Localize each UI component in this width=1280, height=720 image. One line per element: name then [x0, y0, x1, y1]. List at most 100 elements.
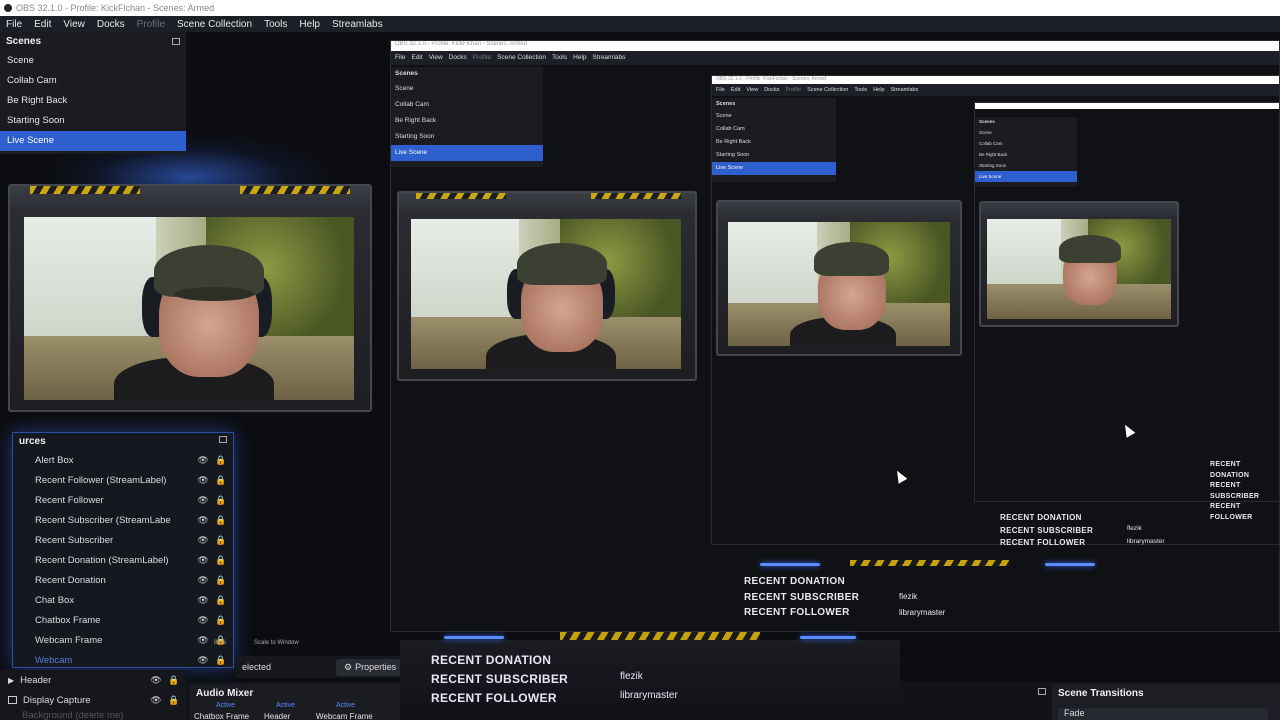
- channel-active-badge: Active: [216, 702, 236, 709]
- menu-profile[interactable]: Profile: [131, 19, 171, 30]
- eye-icon[interactable]: 👁: [150, 695, 162, 706]
- float-dock-icon[interactable]: [219, 436, 227, 443]
- overlay-glow-bar-large-2: [800, 636, 856, 639]
- eye-icon[interactable]: 👁: [197, 595, 209, 606]
- eye-icon[interactable]: 👁: [150, 675, 162, 686]
- menu-view[interactable]: View: [57, 19, 91, 30]
- eye-icon[interactable]: 👁: [197, 655, 209, 666]
- nested-scenes: Scenes Scene Collab Cam Be Right Back St…: [391, 67, 543, 167]
- eye-icon[interactable]: 👁: [197, 455, 209, 466]
- source-row-header[interactable]: ▶ Header 👁 🔒: [0, 670, 186, 690]
- eye-icon[interactable]: 👁: [197, 535, 209, 546]
- lock-icon[interactable]: 🔒: [215, 535, 227, 546]
- menu-scene-collection[interactable]: Scene Collection: [171, 19, 258, 30]
- overlay-labels-large: RECENT DONATION RECENT SUBSCRIBER RECENT…: [431, 651, 568, 708]
- audio-channel-row: Active Active Active Chatbox Frame Heade…: [190, 702, 400, 720]
- lock-icon[interactable]: 🔒: [215, 495, 227, 506]
- channel-active-badge: Active: [336, 702, 356, 709]
- recent-follower-name: librarymaster: [620, 690, 678, 701]
- preview-status: 82% Scale to Window: [200, 638, 380, 650]
- recent-follower-label: RECENT FOLLOWER: [431, 691, 557, 705]
- sources-dock: urces Alert Box 👁 🔒 Recent Follower (Strea…: [12, 432, 234, 668]
- eye-icon[interactable]: 👁: [197, 475, 209, 486]
- audio-channel-webcam-frame[interactable]: Webcam Frame: [316, 712, 373, 720]
- menu-help[interactable]: Help: [293, 19, 326, 30]
- overlay-labels-micro: RECENT DONATION RECENT SUBSCRIBER RECENT…: [1210, 461, 1260, 521]
- source-row[interactable]: Chat Box 👁 🔒: [13, 590, 233, 610]
- audio-channel-header[interactable]: Header: [264, 712, 290, 720]
- source-row[interactable]: Recent Follower (StreamLabel) 👁 🔒: [13, 470, 233, 490]
- zoom-readout: 82%: [214, 640, 227, 646]
- scene-item-scene[interactable]: Scene: [0, 51, 186, 71]
- window-title-bar: OBS 32.1.0 - Profile: KickFichan - Scene…: [0, 0, 1280, 16]
- source-row[interactable]: Alert Box 👁 🔒: [13, 450, 233, 470]
- source-row[interactable]: Webcam 👁 🔒: [13, 650, 233, 670]
- menu-file[interactable]: File: [0, 19, 28, 30]
- eye-icon[interactable]: 👁: [197, 495, 209, 506]
- source-row[interactable]: Recent Subscriber (StreamLabe 👁 🔒: [13, 510, 233, 530]
- lock-icon[interactable]: 🔒: [168, 695, 180, 706]
- float-dock-icon[interactable]: [172, 38, 180, 45]
- scene-item-collab-cam[interactable]: Collab Cam: [0, 71, 186, 91]
- scenes-dock: Scenes Scene Collab Cam Be Right Back St…: [0, 32, 186, 154]
- source-group-rows: ▶ Header 👁 🔒 Display Capture 👁 🔒 Backgroun…: [0, 670, 186, 720]
- sources-dock-title: urces: [13, 433, 233, 450]
- recent-subscriber-label: RECENT SUBSCRIBER: [431, 672, 569, 686]
- source-row[interactable]: Chatbox Frame 👁 🔒: [13, 610, 233, 630]
- lock-icon[interactable]: 🔒: [215, 475, 227, 486]
- overlay-glow-bar: [760, 563, 820, 566]
- webcam-feed: [24, 217, 354, 400]
- mixer-float-icon[interactable]: [1038, 688, 1046, 695]
- eye-icon[interactable]: 👁: [197, 575, 209, 586]
- menu-bar: File Edit View Docks Profile Scene Colle…: [0, 16, 1280, 32]
- scene-transitions-title: Scene Transitions: [1058, 688, 1144, 699]
- monitor-icon: [8, 696, 17, 704]
- scale-mode-dropdown[interactable]: Scale to Window: [254, 640, 299, 646]
- recent-donation-label: RECENT DONATION: [431, 653, 552, 667]
- scene-item-starting-soon[interactable]: Starting Soon: [0, 111, 186, 131]
- scene-item-live-scene[interactable]: Live Scene: [0, 131, 186, 151]
- menu-edit[interactable]: Edit: [28, 19, 57, 30]
- lock-icon[interactable]: 🔒: [215, 515, 227, 526]
- hazard-stripes-right: [240, 186, 350, 194]
- source-row[interactable]: Recent Donation (StreamLabel) 👁 🔒: [13, 550, 233, 570]
- lock-icon[interactable]: 🔒: [215, 575, 227, 586]
- lock-icon[interactable]: 🔒: [215, 555, 227, 566]
- scene-item-be-right-back[interactable]: Be Right Back: [0, 91, 186, 111]
- nested-capture-level-3: OBS 32.1.0 - Profile: KickFichan - Scene…: [711, 75, 1279, 545]
- audio-mixer-dock: Audio Mixer Active Active Active Chatbox…: [190, 684, 400, 720]
- nested-capture-level-4: Scenes Scene Collab Cam Be Right Back St…: [974, 102, 1279, 502]
- play-triangle-icon[interactable]: ▶: [8, 676, 14, 685]
- eye-icon[interactable]: 👁: [197, 555, 209, 566]
- scenes-dock-title: Scenes: [0, 32, 186, 51]
- eye-icon[interactable]: 👁: [197, 515, 209, 526]
- source-row-background[interactable]: Background (delete me): [0, 710, 186, 720]
- lock-icon[interactable]: 🔒: [215, 615, 227, 626]
- overlay-names-large: flezik librarymaster: [620, 667, 678, 705]
- overlay-names-tiny: flezik librarymaster: [1127, 525, 1165, 545]
- recent-subscriber-name: flezik: [620, 671, 643, 682]
- menu-docks[interactable]: Docks: [91, 19, 131, 30]
- menu-tools[interactable]: Tools: [258, 19, 293, 30]
- overlay-glow-bar-2: [1045, 563, 1095, 566]
- audio-channel-chatbox-frame[interactable]: Chatbox Frame: [194, 712, 249, 720]
- source-row-display-capture[interactable]: Display Capture 👁 🔒: [0, 690, 186, 710]
- overlay-glow-bar-large: [444, 636, 504, 639]
- lock-icon[interactable]: 🔒: [168, 675, 180, 686]
- menu-streamlabs[interactable]: Streamlabs: [326, 19, 389, 30]
- nested-menu: File Edit View Docks Profile Scene Collection…: [391, 51, 1279, 65]
- properties-button[interactable]: ⚙ Properties: [336, 659, 405, 676]
- transition-select[interactable]: Fade: [1058, 708, 1268, 720]
- overlay-hazard-top: [850, 560, 1010, 566]
- source-row[interactable]: Recent Donation 👁 🔒: [13, 570, 233, 590]
- lock-icon[interactable]: 🔒: [215, 595, 227, 606]
- hazard-stripes-left: [30, 186, 140, 194]
- audio-mixer-title: Audio Mixer: [196, 688, 254, 699]
- source-row[interactable]: Recent Follower 👁 🔒: [13, 490, 233, 510]
- source-row[interactable]: Recent Subscriber 👁 🔒: [13, 530, 233, 550]
- overlay-labels-tiny: RECENT DONATION RECENT SUBSCRIBER RECENT…: [1000, 513, 1094, 547]
- lock-icon[interactable]: 🔒: [215, 655, 227, 666]
- eye-icon[interactable]: 👁: [197, 615, 209, 626]
- window-title: OBS 32.1.0 - Profile: KickFichan - Scene…: [16, 3, 215, 13]
- lock-icon[interactable]: 🔒: [215, 455, 227, 466]
